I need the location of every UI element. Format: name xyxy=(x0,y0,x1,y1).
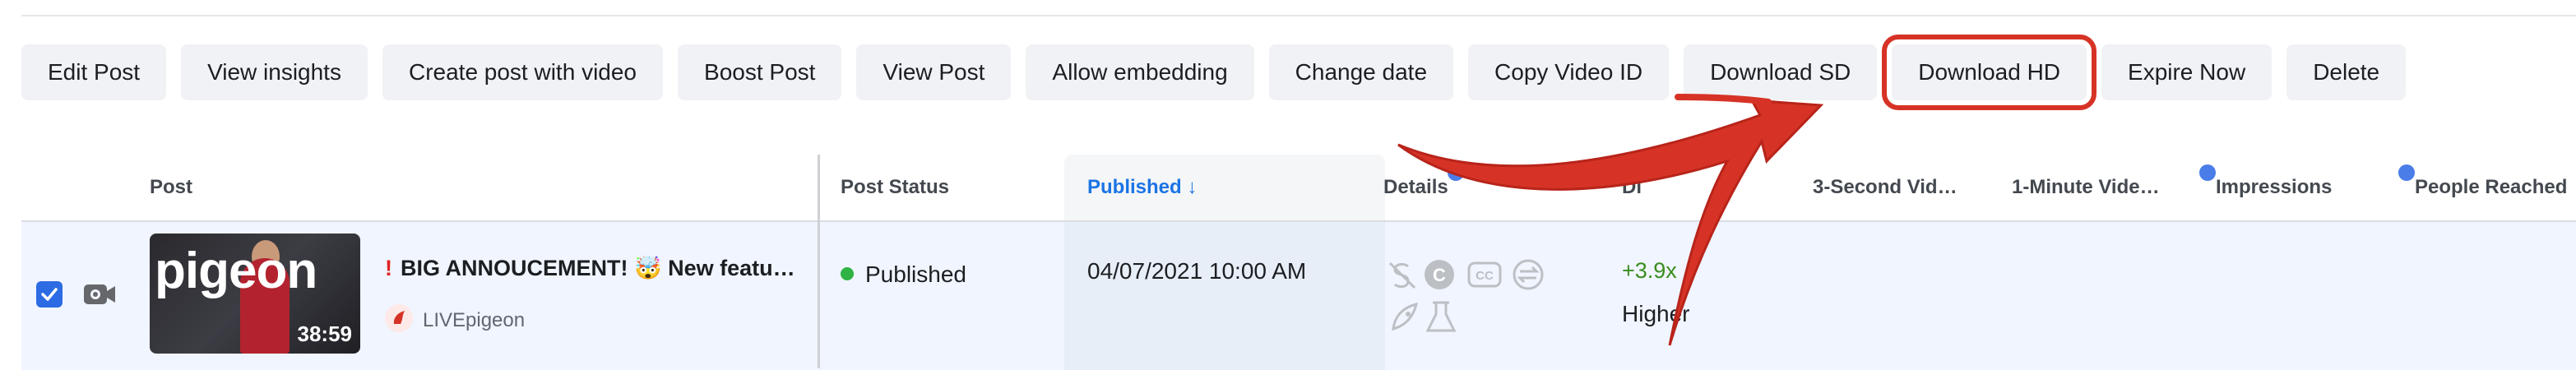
annotation-arrow-icon xyxy=(1397,94,1824,346)
